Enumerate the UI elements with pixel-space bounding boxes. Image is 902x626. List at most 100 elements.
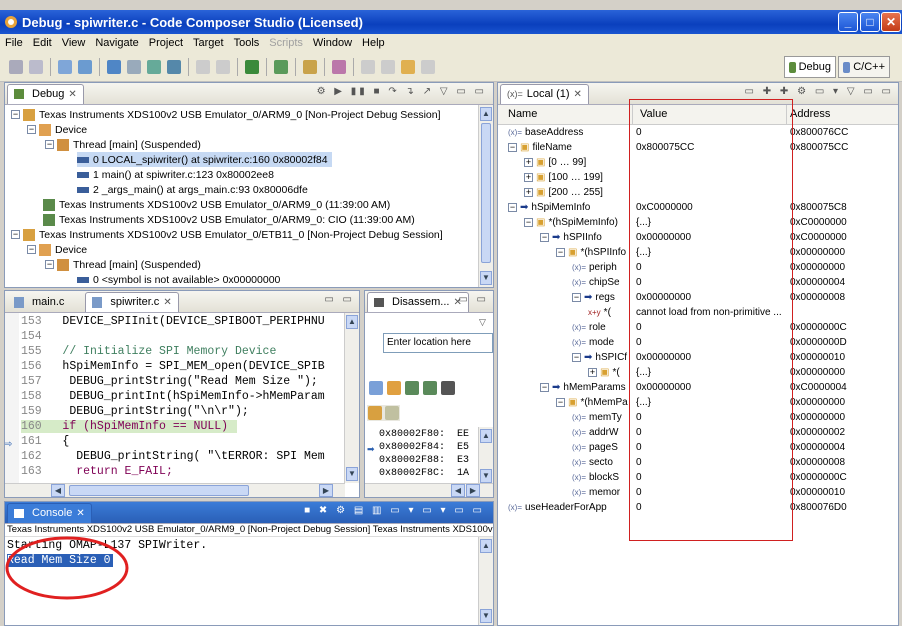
close-icon[interactable]: ✕ (163, 297, 171, 308)
collapse-icon[interactable]: − (540, 233, 549, 242)
code-line[interactable]: 154 (21, 330, 49, 343)
expand-icon[interactable]: + (524, 158, 533, 167)
step-icon[interactable] (405, 381, 419, 395)
variable-row[interactable]: (x)= mode (572, 337, 614, 348)
debug-run-icon[interactable] (245, 59, 259, 74)
collapse-icon[interactable]: − (508, 203, 517, 212)
console-vscrollbar[interactable]: ▲ ▼ (478, 537, 493, 625)
variable-row[interactable]: − ➡ hSPICf (572, 352, 627, 363)
disasm-hscrollbar[interactable]: ◀ ▶ (365, 483, 493, 497)
debug-vscrollbar[interactable]: ▲ ▼ (478, 105, 493, 287)
tab-main-c[interactable]: main.c (7, 292, 71, 312)
menu-target[interactable]: Target (188, 37, 229, 49)
tree-item-frame-na[interactable]: 0 <symbol is not available> 0x00000000 (77, 272, 280, 287)
annotation-icon[interactable] (361, 59, 375, 74)
menu-navigate[interactable]: Navigate (90, 37, 143, 49)
variable-row[interactable]: − ➡ hSPIInfo (540, 232, 602, 243)
collapse-icon[interactable]: − (556, 248, 565, 257)
code-line[interactable]: 156 hSpiMemInfo = SPI_MEM_open(DEVICE_SP… (21, 360, 325, 373)
variable-row[interactable]: (x)= chipSe (572, 277, 620, 288)
variable-row[interactable]: (x)= secto (572, 457, 613, 468)
collapse-icon[interactable]: − (524, 218, 533, 227)
refresh-icon[interactable] (387, 381, 401, 395)
expand-icon[interactable]: + (588, 368, 597, 377)
annotation-next-icon[interactable] (381, 59, 395, 74)
link-icon[interactable] (369, 381, 383, 395)
editor-vscrollbar[interactable]: ▲ ▼ (344, 313, 359, 483)
location-input[interactable]: Enter location here (383, 333, 493, 353)
variable-row[interactable]: + ▣ [100 … 199] (524, 172, 603, 183)
disassembly-listing[interactable]: 0x80002F80: EE ➡ 0x80002F84: E5 0x80002F… (365, 427, 493, 485)
code-area[interactable]: ⇨ 153 DEVICE_SPIInit(DEVICE_SPIBOOT_PERI… (5, 313, 345, 483)
tab-debug[interactable]: Debug ✕ (7, 83, 84, 104)
disassembly-view-controls[interactable]: ▭ ▭ (458, 294, 489, 305)
tree-item-cio[interactable]: Texas Instruments XDS100v2 USB Emulator_… (43, 212, 415, 227)
variable-row[interactable]: (x)= addrW (572, 427, 618, 438)
run-icon[interactable] (274, 59, 288, 74)
menu-edit[interactable]: Edit (28, 37, 57, 49)
perspective-cpp[interactable]: C/C++ (838, 56, 890, 78)
collapse-icon[interactable]: − (572, 293, 581, 302)
locals-toolbar-icons[interactable]: ▭ ✚ ✚ ⚙ ▭ ▾ ▽ ▭ ▭ (745, 86, 894, 97)
collapse-icon[interactable]: − (572, 353, 581, 362)
expand-icon[interactable]: + (524, 188, 533, 197)
code-line[interactable]: 157 DEBUG_printString("Read Mem Size "); (21, 375, 318, 388)
variable-row[interactable]: − ➡ hMemParams (540, 382, 626, 393)
tab-locals[interactable]: (x)= Local (1) ✕ (500, 83, 589, 104)
code-line[interactable]: 163 return E_FAIL; (21, 465, 173, 478)
menu-file[interactable]: File (0, 37, 28, 49)
collapse-icon[interactable]: − (540, 383, 549, 392)
tree-item-thread[interactable]: − Thread [main] (Suspended) (45, 137, 201, 152)
tree-item-frame1[interactable]: 1 main() at spiwriter.c:123 0x80002ee8 (77, 167, 274, 182)
tree-item-device2[interactable]: − Device (27, 242, 87, 257)
variable-row[interactable]: (x)= useHeaderForApp (508, 502, 607, 513)
variable-row[interactable]: (x)= periph (572, 262, 617, 273)
target-icon[interactable] (167, 59, 181, 74)
variable-row[interactable]: x+y *( (588, 307, 611, 318)
load-program-icon[interactable] (147, 59, 161, 74)
step-over-icon[interactable] (423, 381, 437, 395)
close-icon[interactable]: ✕ (76, 508, 84, 519)
debug-toolbar-icons[interactable]: ⚙ ▶ ▮▮ ■ ↷ ↴ ↗ ▽ ▭ ▭ (317, 86, 487, 97)
tree-item-process[interactable]: Texas Instruments XDS100v2 USB Emulator_… (43, 197, 390, 212)
tab-disassembly[interactable]: Disassem... ✕ (367, 291, 469, 312)
new-project-icon[interactable] (58, 59, 72, 74)
variable-row[interactable]: (x)= pageS (572, 442, 618, 453)
code-line[interactable]: 160 if (hSpiMemInfo == NULL) (21, 420, 237, 433)
code-line[interactable]: 161 { (21, 435, 69, 448)
variable-row[interactable]: − ▣ *(hSpiMemInfo) (524, 217, 618, 228)
print-icon[interactable] (29, 59, 43, 74)
close-button[interactable]: ✕ (881, 12, 901, 32)
variable-row[interactable]: (x)= memor (572, 487, 620, 498)
variable-row[interactable]: (x)= role (572, 322, 606, 333)
menu-window[interactable]: Window (308, 37, 357, 49)
build-icon[interactable] (107, 59, 121, 74)
pen-icon[interactable] (332, 59, 346, 74)
tree-item-frame2[interactable]: 2 _args_main() at args_main.c:93 0x80006… (77, 182, 308, 197)
variable-row[interactable]: − ➡ regs (572, 292, 615, 303)
code-line[interactable]: 162 DEBUG_printString( "\tERROR: SPI Mem (21, 450, 325, 463)
collapse-icon[interactable]: − (508, 143, 517, 152)
maximize-button[interactable]: □ (860, 12, 880, 32)
variable-row[interactable]: − ▣ *(hMemPa (556, 397, 628, 408)
editor-view-controls[interactable]: ▭ ▭ (324, 294, 355, 305)
tree-item-session[interactable]: − Texas Instruments XDS100v2 USB Emulator… (11, 107, 441, 122)
variable-row[interactable]: − ▣ fileName (508, 142, 572, 153)
editor-hscrollbar[interactable]: ◀ ▶ (5, 483, 345, 497)
variable-row[interactable]: + ▣ [200 … 255] (524, 187, 603, 198)
perspective-debug[interactable]: Debug (784, 56, 836, 78)
forward-icon[interactable] (421, 59, 435, 74)
menu-tools[interactable]: Tools (229, 37, 265, 49)
tree-item-thread2[interactable]: − Thread [main] (Suspended) (45, 257, 201, 272)
number-format-icon[interactable] (441, 381, 455, 395)
code-line[interactable]: 153 DEVICE_SPIInit(DEVICE_SPIBOOT_PERIPH… (21, 315, 325, 328)
tree-item-device[interactable]: − Device (27, 122, 87, 137)
save-icon[interactable] (9, 59, 23, 74)
code-line[interactable]: 159 DEBUG_printString("\n\r"); (21, 405, 249, 418)
view-menu-icon[interactable]: ▽ (479, 317, 486, 328)
minimize-button[interactable]: _ (838, 12, 858, 32)
code-line[interactable]: 155 // Initialize SPI Memory Device (21, 345, 276, 358)
variable-row[interactable]: (x)= memTy (572, 412, 622, 423)
console-toolbar-icons[interactable]: ■ ✖ ⚙ ▤ ▥ ▭ ▾ ▭ ▾ ▭ ▭ (304, 505, 485, 516)
close-icon[interactable]: ✕ (574, 89, 582, 100)
